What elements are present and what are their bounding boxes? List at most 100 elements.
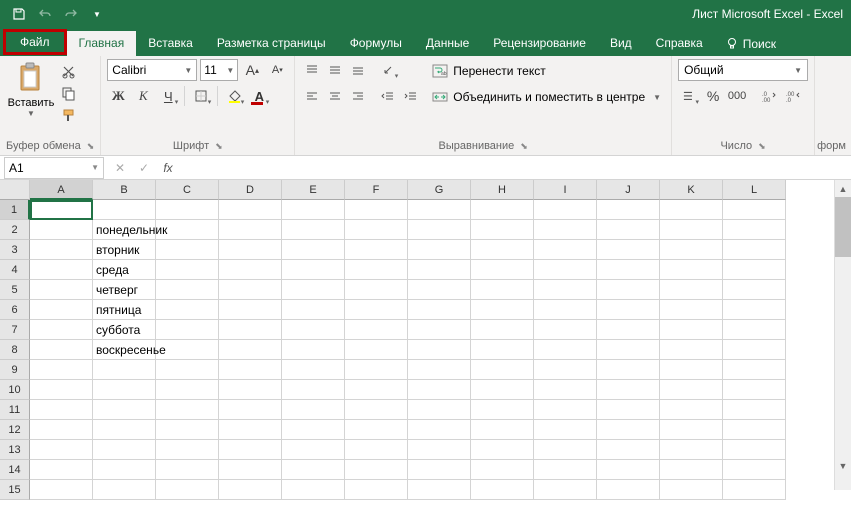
cell[interactable] — [723, 340, 786, 360]
borders-icon[interactable]: ▾ — [190, 85, 212, 107]
cell[interactable] — [660, 300, 723, 320]
cell[interactable] — [156, 400, 219, 420]
cell[interactable] — [30, 200, 93, 220]
formula-input[interactable] — [184, 157, 851, 179]
vertical-scrollbar[interactable]: ▲ ▼ — [834, 180, 851, 490]
orientation-icon[interactable]: ▾ — [377, 59, 399, 81]
cell[interactable] — [93, 200, 156, 220]
cell[interactable] — [723, 200, 786, 220]
cell[interactable] — [660, 400, 723, 420]
column-header[interactable]: E — [282, 180, 345, 200]
cell[interactable] — [30, 460, 93, 480]
cell[interactable] — [282, 360, 345, 380]
cell[interactable] — [93, 440, 156, 460]
cell[interactable] — [597, 380, 660, 400]
column-header[interactable]: K — [660, 180, 723, 200]
cell[interactable] — [282, 200, 345, 220]
cell[interactable] — [282, 220, 345, 240]
cell[interactable] — [408, 440, 471, 460]
cell[interactable] — [723, 400, 786, 420]
cell[interactable] — [30, 380, 93, 400]
cell[interactable] — [723, 380, 786, 400]
cell[interactable] — [471, 460, 534, 480]
cell[interactable] — [282, 300, 345, 320]
underline-button[interactable]: Ч▾ — [157, 85, 179, 107]
align-right-icon[interactable] — [347, 85, 369, 107]
bold-button[interactable]: Ж — [107, 85, 129, 107]
cell[interactable] — [597, 400, 660, 420]
cell[interactable] — [345, 360, 408, 380]
column-header[interactable]: A — [30, 180, 93, 200]
cell[interactable] — [345, 220, 408, 240]
cell[interactable] — [408, 460, 471, 480]
cell[interactable] — [408, 300, 471, 320]
cell[interactable] — [156, 480, 219, 500]
cancel-icon[interactable]: ✕ — [110, 158, 130, 178]
column-header[interactable]: B — [93, 180, 156, 200]
cell[interactable] — [93, 380, 156, 400]
row-header[interactable]: 1 — [0, 200, 30, 220]
cell[interactable] — [534, 300, 597, 320]
cell[interactable] — [660, 260, 723, 280]
cell[interactable] — [156, 320, 219, 340]
cell[interactable]: суббота — [93, 320, 156, 340]
cell[interactable] — [660, 360, 723, 380]
cell[interactable] — [345, 300, 408, 320]
cell[interactable] — [219, 420, 282, 440]
cell[interactable] — [471, 480, 534, 500]
cell[interactable] — [282, 460, 345, 480]
cell[interactable] — [156, 280, 219, 300]
font-name-select[interactable]: Calibri▼ — [107, 59, 197, 81]
row-header[interactable]: 12 — [0, 420, 30, 440]
qat-dropdown-icon[interactable]: ▼ — [88, 5, 106, 23]
cell[interactable] — [345, 280, 408, 300]
cell[interactable] — [660, 380, 723, 400]
cell[interactable] — [30, 420, 93, 440]
cell[interactable] — [156, 300, 219, 320]
cell[interactable] — [723, 220, 786, 240]
cell[interactable] — [597, 360, 660, 380]
cell[interactable] — [408, 400, 471, 420]
cell[interactable] — [30, 320, 93, 340]
cell[interactable] — [660, 460, 723, 480]
paste-button[interactable]: Вставить ▼ — [6, 59, 56, 118]
cell[interactable] — [597, 440, 660, 460]
tab-help[interactable]: Справка — [644, 31, 715, 56]
cell[interactable] — [219, 300, 282, 320]
cell[interactable] — [282, 280, 345, 300]
cell[interactable] — [597, 340, 660, 360]
cell[interactable] — [219, 380, 282, 400]
cell[interactable] — [282, 380, 345, 400]
cell[interactable]: четверг — [93, 280, 156, 300]
cell[interactable] — [93, 480, 156, 500]
cell[interactable] — [219, 440, 282, 460]
cell[interactable] — [408, 260, 471, 280]
row-header[interactable]: 6 — [0, 300, 30, 320]
cell[interactable] — [345, 400, 408, 420]
cell[interactable] — [471, 360, 534, 380]
cell[interactable] — [219, 480, 282, 500]
cell[interactable] — [156, 440, 219, 460]
cell[interactable] — [723, 440, 786, 460]
cell[interactable] — [156, 360, 219, 380]
tab-home[interactable]: Главная — [67, 31, 137, 56]
cell[interactable] — [534, 380, 597, 400]
cell[interactable]: воскресенье — [93, 340, 156, 360]
percent-icon[interactable]: % — [702, 85, 724, 107]
cell[interactable] — [471, 320, 534, 340]
wrap-text-button[interactable]: ab Перенести текст — [428, 59, 665, 83]
cell[interactable] — [597, 260, 660, 280]
row-header[interactable]: 3 — [0, 240, 30, 260]
cell[interactable] — [408, 480, 471, 500]
cell[interactable] — [471, 240, 534, 260]
row-header[interactable]: 5 — [0, 280, 30, 300]
cell[interactable] — [597, 320, 660, 340]
cell[interactable] — [471, 380, 534, 400]
column-header[interactable]: J — [597, 180, 660, 200]
cell[interactable] — [30, 220, 93, 240]
cell[interactable] — [93, 360, 156, 380]
cell[interactable] — [408, 420, 471, 440]
cell[interactable] — [660, 420, 723, 440]
cell[interactable] — [156, 460, 219, 480]
cell[interactable] — [30, 260, 93, 280]
